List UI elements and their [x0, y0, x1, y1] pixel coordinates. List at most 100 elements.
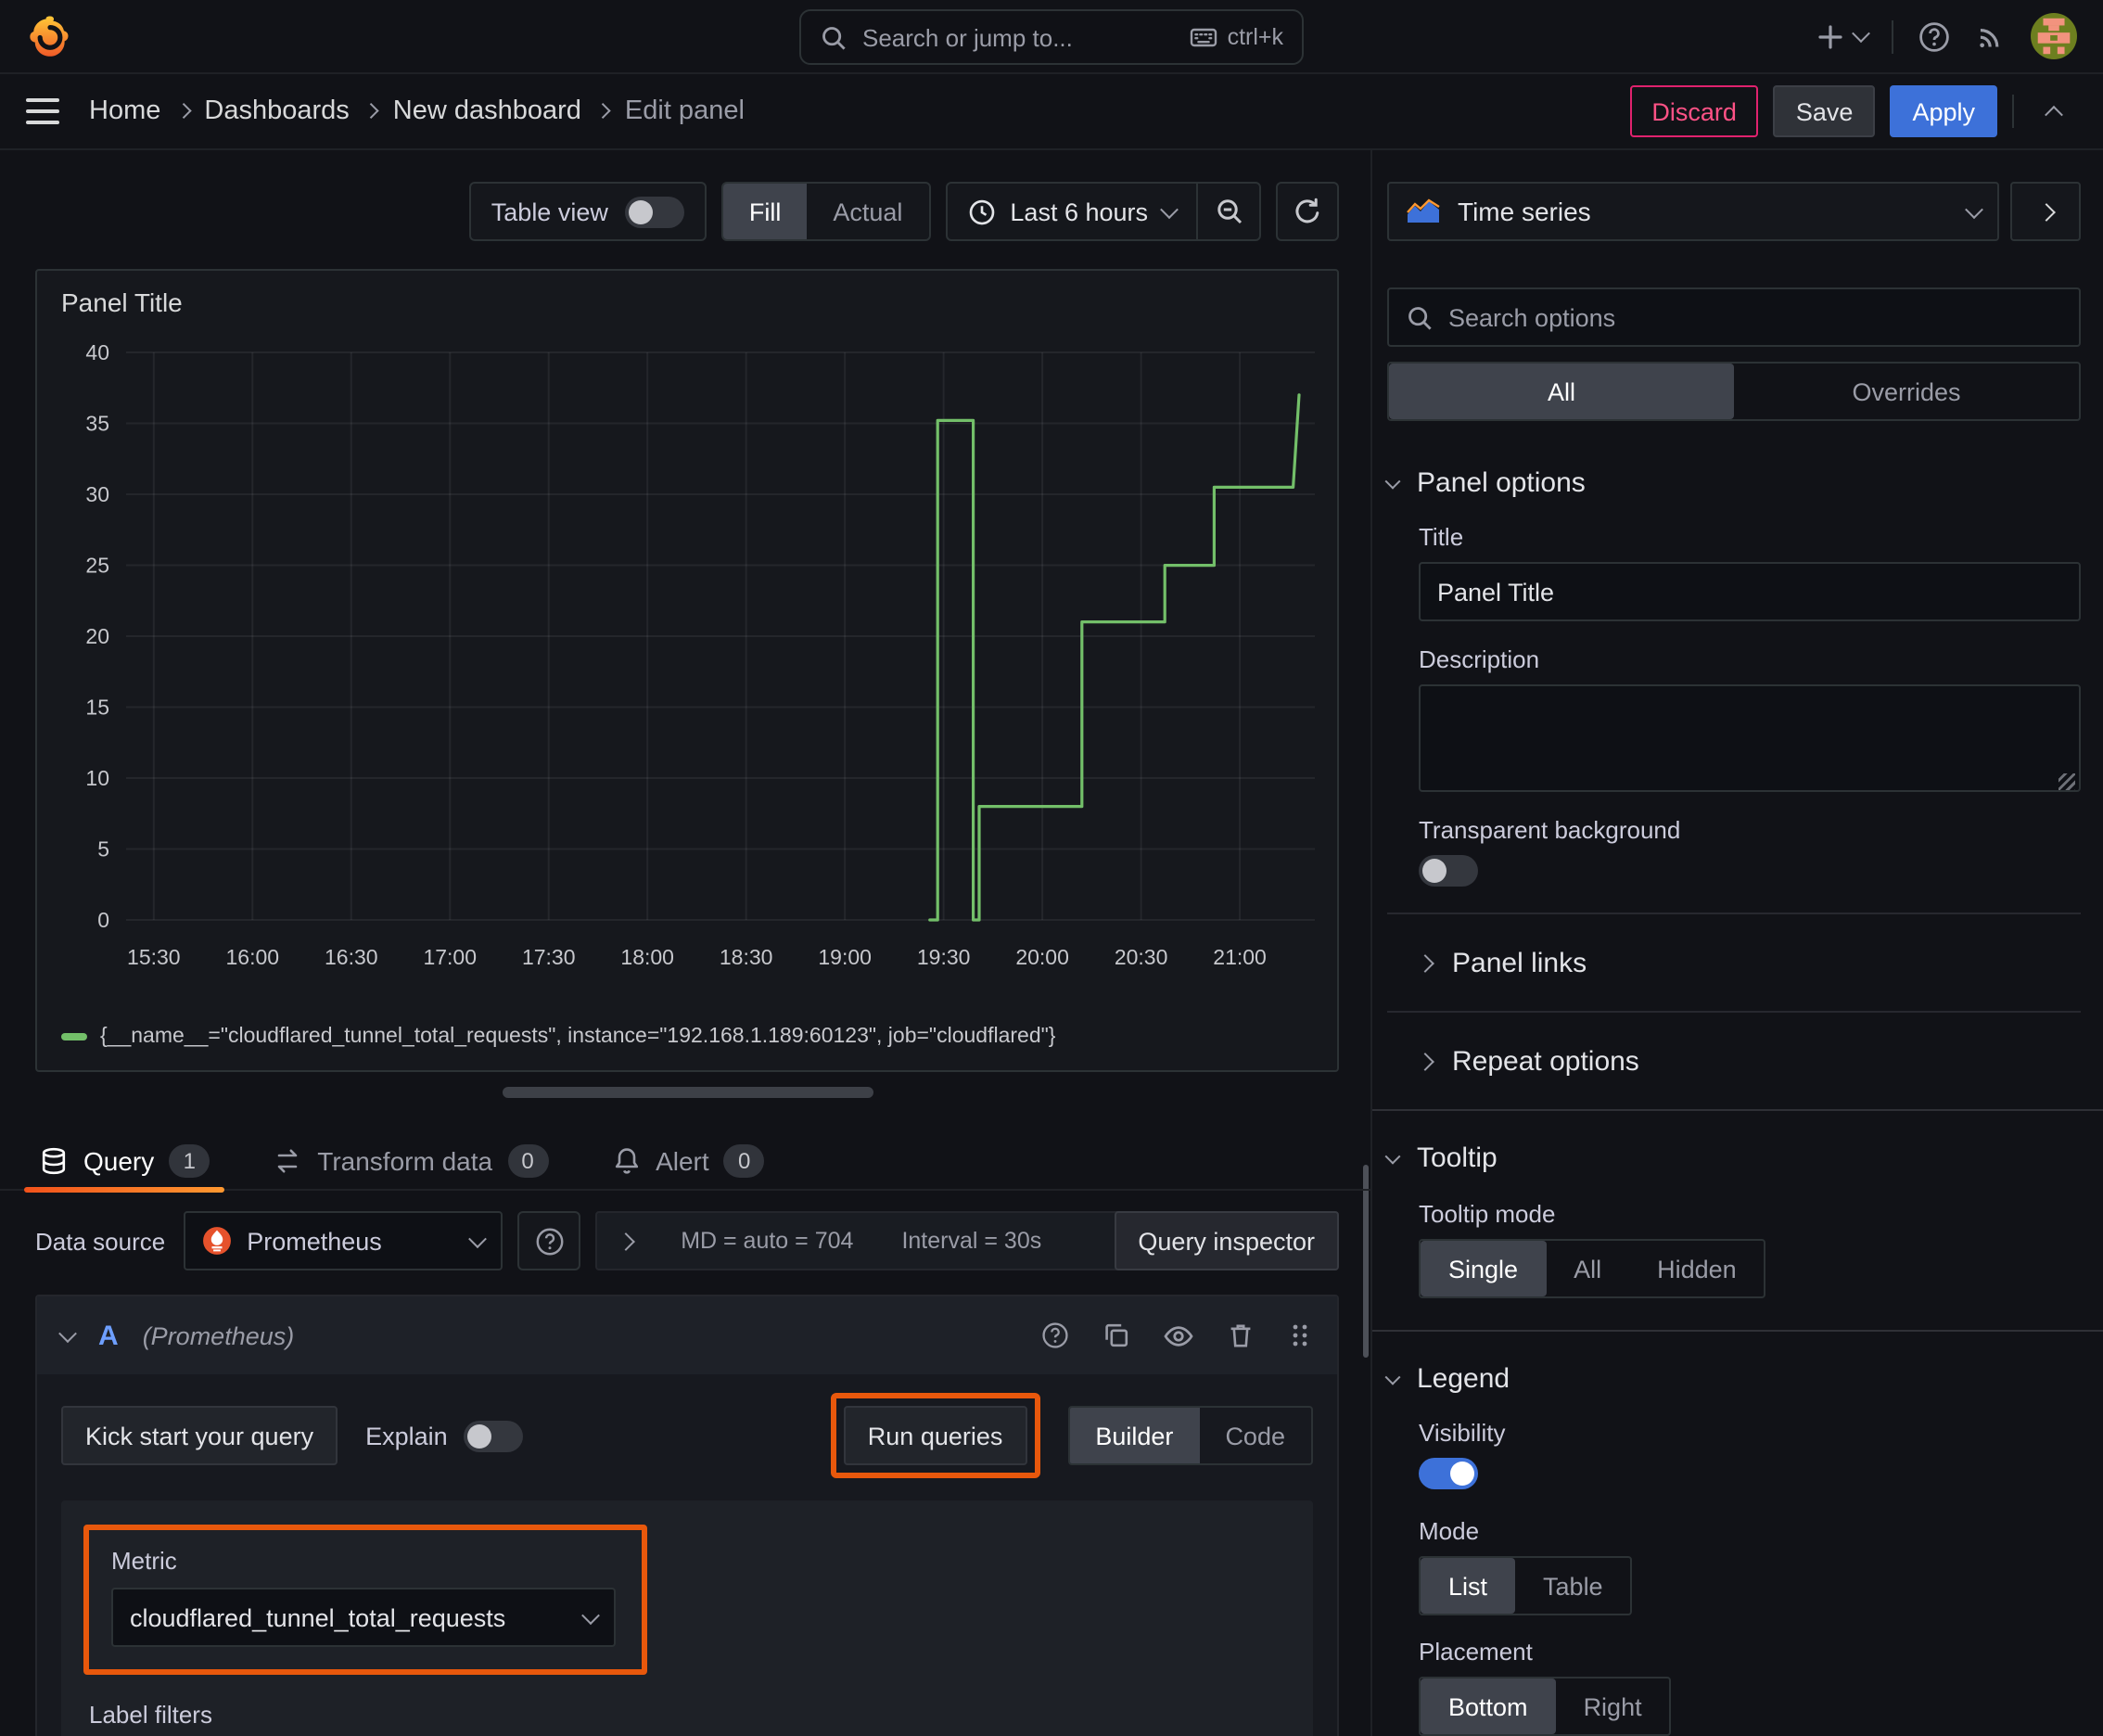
apply-button[interactable]: Apply — [1890, 85, 1997, 137]
options-search-input[interactable] — [1448, 303, 2062, 331]
mega-menu-icon[interactable] — [26, 98, 59, 124]
save-button[interactable]: Save — [1773, 85, 1876, 137]
section-tooltip[interactable]: Tooltip — [1384, 1142, 2081, 1174]
chart-panel[interactable]: Panel Title 0 5 10 15 20 25 30 35 40 15:30 16:00 16… — [35, 269, 1339, 1072]
breadcrumb: Home Dashboards New dashboard Edit panel — [89, 96, 745, 126]
toggle-viz-pane-button[interactable] — [2010, 182, 2081, 241]
body: Table view Fill Actual Last 6 hours Pane… — [0, 150, 2103, 1736]
explain-toggle[interactable] — [464, 1420, 524, 1451]
nav-bar: Home Dashboards New dashboard Edit panel… — [0, 74, 2103, 150]
breadcrumb-new-dashboard[interactable]: New dashboard — [393, 96, 581, 126]
trash-icon[interactable] — [1226, 1321, 1255, 1350]
visualization-picker[interactable]: Time series — [1387, 182, 1999, 241]
collapse-options-button[interactable] — [2029, 87, 2077, 135]
query-options-row[interactable]: MD = auto = 704 Interval = 30s — [595, 1211, 1204, 1270]
time-series-chart[interactable]: 0 5 10 15 20 25 30 35 40 15:30 16:00 16:30 17:00 17:3… — [37, 334, 1341, 987]
section-repeat-options[interactable]: Repeat options — [1387, 1013, 2081, 1109]
grafana-edit-panel-app: ctrl+k — [0, 0, 2103, 1736]
interval: Interval = 30s — [901, 1228, 1042, 1254]
code-mode-option[interactable]: Code — [1199, 1408, 1311, 1463]
help-icon[interactable] — [1040, 1321, 1070, 1350]
placement-bottom-option[interactable]: Bottom — [1421, 1679, 1556, 1734]
timeseries-viz-icon — [1407, 198, 1440, 223]
chevron-right-icon — [1416, 953, 1434, 972]
kick-start-button[interactable]: Kick start your query — [61, 1406, 338, 1465]
tab-transform-data[interactable]: Transform data 0 — [269, 1131, 552, 1191]
global-search[interactable]: ctrl+k — [799, 9, 1304, 65]
chevron-down-icon — [1384, 1147, 1401, 1164]
metric-highlight: Metric cloudflared_tunnel_total_requests — [83, 1525, 647, 1675]
tab-alert[interactable]: Alert 0 — [607, 1131, 769, 1191]
collapse-query-icon[interactable] — [58, 1323, 77, 1343]
fit-fill-option[interactable]: Fill — [722, 184, 808, 239]
grafana-logo[interactable] — [26, 12, 74, 60]
svg-text:0: 0 — [97, 908, 109, 932]
explain-control: Explain — [365, 1420, 524, 1451]
breadcrumb-home[interactable]: Home — [89, 96, 160, 126]
placement-right-option[interactable]: Right — [1556, 1679, 1670, 1734]
fit-actual-option[interactable]: Actual — [807, 184, 928, 239]
refresh-button[interactable] — [1276, 182, 1339, 241]
legend-series-label[interactable]: {__name__="cloudflared_tunnel_total_requ… — [100, 1026, 1055, 1048]
query-inspector-button[interactable]: Query inspector — [1114, 1211, 1339, 1270]
user-avatar[interactable] — [2031, 13, 2077, 59]
legend-visibility-label: Visibility — [1419, 1419, 1506, 1447]
label-filters: Label filters Select label = — [89, 1701, 1285, 1736]
section-panel-links[interactable]: Panel links — [1387, 914, 2081, 1011]
news-button[interactable] — [1975, 20, 2007, 52]
eye-icon[interactable] — [1163, 1320, 1194, 1351]
query-datasource-hint: (Prometheus) — [142, 1321, 295, 1349]
drag-handle-icon[interactable] — [1287, 1321, 1313, 1350]
panel-title-input[interactable] — [1419, 562, 2081, 621]
svg-text:19:00: 19:00 — [818, 945, 872, 969]
svg-text:30: 30 — [85, 482, 109, 506]
tooltip-single-option[interactable]: Single — [1421, 1241, 1547, 1296]
section-legend[interactable]: Legend — [1384, 1363, 2081, 1395]
tooltip-hidden-option[interactable]: Hidden — [1629, 1241, 1765, 1296]
time-range-picker[interactable]: Last 6 hours — [947, 198, 1196, 225]
legend-visibility-toggle[interactable] — [1419, 1458, 1478, 1489]
add-new-button[interactable] — [1816, 21, 1870, 51]
chevron-down-icon — [1384, 472, 1401, 489]
bell-icon — [614, 1148, 638, 1174]
discard-button[interactable]: Discard — [1629, 85, 1759, 137]
svg-text:17:30: 17:30 — [522, 945, 576, 969]
query-tabs: Query 1 Transform data 0 Alert 0 — [0, 1120, 1370, 1193]
legend-list-option[interactable]: List — [1421, 1558, 1516, 1614]
svg-text:10: 10 — [85, 766, 109, 790]
options-search[interactable] — [1387, 287, 2081, 347]
datasource-help-button[interactable] — [517, 1211, 581, 1270]
zoom-out-button[interactable] — [1196, 184, 1259, 239]
label-filters-label: Label filters — [89, 1701, 212, 1729]
tooltip-all-option[interactable]: All — [1546, 1241, 1629, 1296]
description-textarea[interactable] — [1419, 684, 2081, 792]
legend-swatch[interactable] — [61, 1033, 87, 1040]
transform-count-badge: 0 — [507, 1144, 549, 1178]
table-view-toggle[interactable] — [624, 196, 684, 227]
run-queries-highlight: Run queries — [830, 1393, 1040, 1478]
duplicate-icon[interactable] — [1102, 1321, 1131, 1350]
query-count-badge: 1 — [169, 1144, 210, 1178]
global-search-input[interactable] — [862, 23, 1174, 51]
divider — [2012, 95, 2014, 128]
help-button[interactable] — [1918, 19, 1951, 53]
horizontal-scrollbar[interactable] — [503, 1087, 873, 1098]
builder-mode-option[interactable]: Builder — [1069, 1408, 1200, 1463]
breadcrumb-dashboards[interactable]: Dashboards — [204, 96, 349, 126]
help-icon — [535, 1227, 563, 1255]
chart-legend: {__name__="cloudflared_tunnel_total_requ… — [61, 1026, 1055, 1048]
transparent-bg-toggle[interactable] — [1419, 855, 1478, 887]
prometheus-icon — [203, 1227, 232, 1255]
run-queries-button[interactable]: Run queries — [843, 1406, 1027, 1465]
filter-all-option[interactable]: All — [1389, 364, 1734, 419]
section-panel-options[interactable]: Panel options — [1384, 467, 2081, 499]
metric-select[interactable]: cloudflared_tunnel_total_requests — [111, 1588, 616, 1647]
legend-table-option[interactable]: Table — [1515, 1558, 1631, 1614]
query-row-header[interactable]: A (Prometheus) — [37, 1296, 1337, 1374]
tooltip-mode-segmented: Single All Hidden — [1419, 1239, 1766, 1298]
tab-query[interactable]: Query 1 — [23, 1131, 225, 1193]
filter-overrides-option[interactable]: Overrides — [1734, 364, 2079, 419]
search-icon — [822, 26, 846, 49]
datasource-picker[interactable]: Prometheus — [184, 1211, 503, 1270]
svg-text:20:30: 20:30 — [1115, 945, 1168, 969]
